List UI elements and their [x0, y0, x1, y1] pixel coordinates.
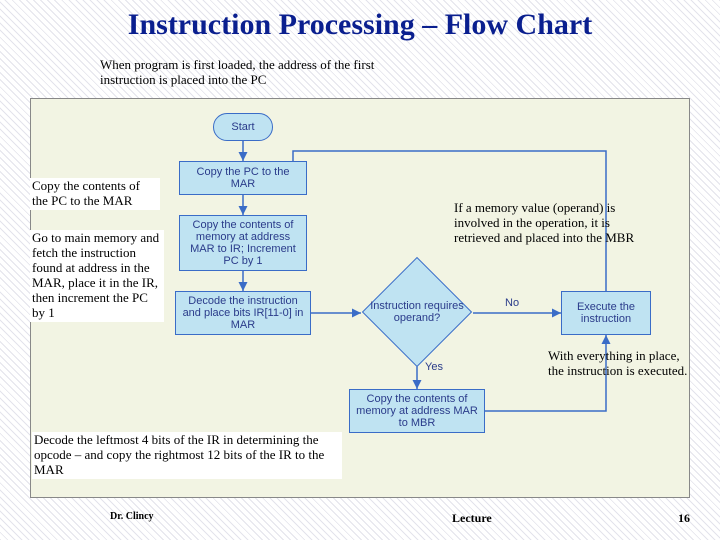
node-execute-label: Execute the instruction	[566, 301, 646, 325]
annotation-copy-pc: Copy the contents of the PC to the MAR	[30, 178, 160, 210]
node-copy-pc-mar-label: Copy the PC to the MAR	[184, 166, 302, 190]
annotation-decode: Decode the leftmost 4 bits of the IR in …	[32, 432, 342, 479]
node-decode-ir-label: Decode the instruction and place bits IR…	[180, 295, 306, 331]
footer-page-number: 16	[678, 511, 690, 526]
node-copy-mem-mbr: Copy the contents of memory at address M…	[349, 389, 485, 433]
node-decision-label: Instruction requires operand?	[361, 300, 473, 324]
annotation-fetch: Go to main memory and fetch the instruct…	[30, 230, 164, 322]
node-start-label: Start	[231, 121, 254, 133]
page-title: Instruction Processing – Flow Chart	[0, 8, 720, 42]
node-decode-ir: Decode the instruction and place bits IR…	[175, 291, 311, 335]
node-copy-mem-mbr-label: Copy the contents of memory at address M…	[354, 393, 480, 429]
node-copy-mem-ir: Copy the contents of memory at address M…	[179, 215, 307, 271]
node-decision-operand: Instruction requires operand?	[361, 277, 473, 347]
slide: Instruction Processing – Flow Chart When…	[0, 0, 720, 540]
intro-note: When program is first loaded, the addres…	[100, 58, 400, 88]
annotation-execute: With everything in place, the instructio…	[546, 348, 696, 380]
edge-label-no: No	[505, 297, 519, 309]
node-execute: Execute the instruction	[561, 291, 651, 335]
node-copy-pc-mar: Copy the PC to the MAR	[179, 161, 307, 195]
edge-label-yes: Yes	[425, 361, 443, 373]
footer-author: Dr. Clincy	[110, 511, 154, 522]
node-copy-mem-ir-label: Copy the contents of memory at address M…	[184, 219, 302, 267]
annotation-operand: If a memory value (operand) is involved …	[452, 200, 642, 247]
footer-lecture: Lecture	[452, 511, 492, 526]
node-start: Start	[213, 113, 273, 141]
